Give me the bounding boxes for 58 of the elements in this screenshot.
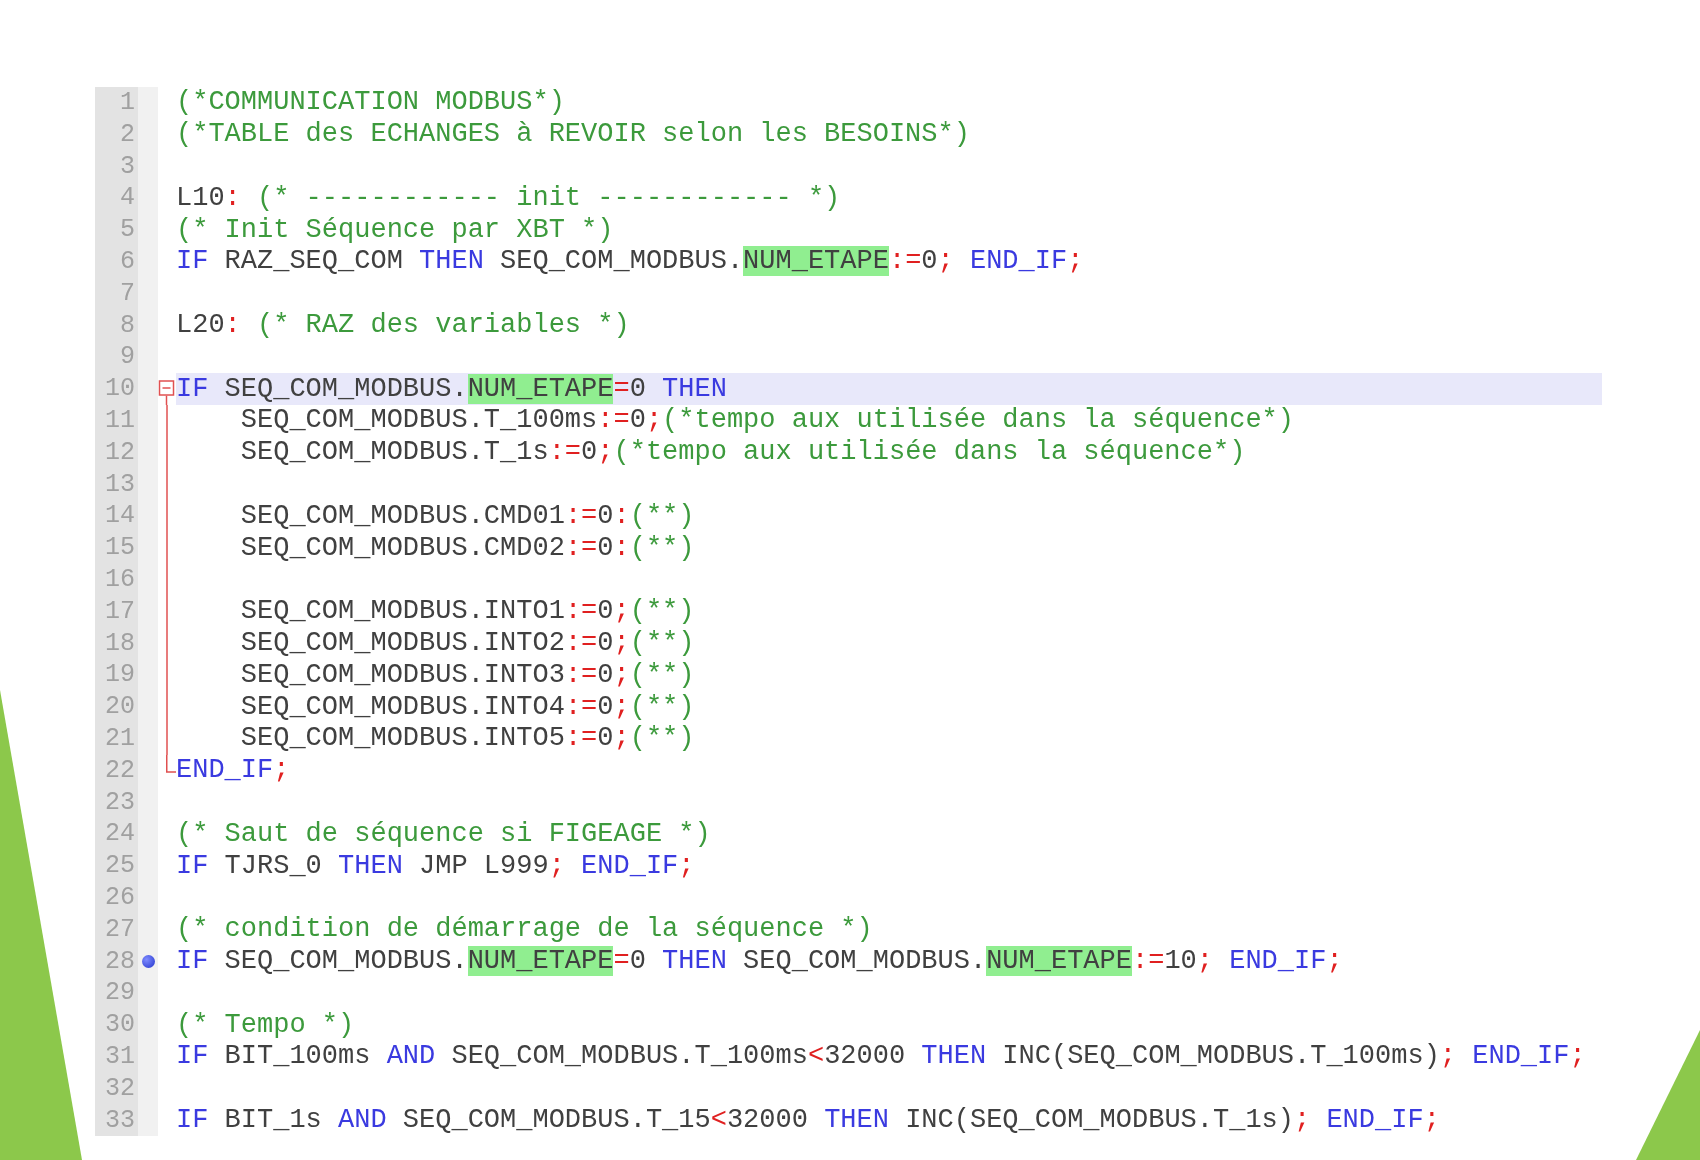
code-line: IF BIT_1s AND SEQ_COM_MODBUS.T_15<32000 THEN INC(SEQ_COM_MODBUS.T_1s); END_IF; — [176, 1104, 1440, 1136]
code-line: IF RAZ_SEQ_COM THEN SEQ_COM_MODBUS.NUM_ETAPE:=0; END_IF; — [176, 246, 1084, 278]
line-number: 10 — [104, 373, 136, 405]
line-number: 11 — [104, 404, 136, 437]
line-number: 18 — [104, 627, 136, 660]
line-number: 23 — [104, 786, 136, 819]
line-number: 1 — [119, 87, 136, 119]
line-number: 5 — [119, 214, 136, 246]
line-number: 8 — [119, 309, 136, 342]
code-line: (* Tempo *) — [176, 1009, 355, 1041]
code-line: IF SEQ_COM_MODBUS.NUM_ETAPE=0 THEN SEQ_COM_MODBUS.NUM_ETAPE:=10; END_IF; — [176, 945, 1343, 977]
code-line: (*TABLE des ECHANGES à REVOIR selon les BESOINS*) — [176, 119, 970, 151]
code-line: (*COMMUNICATION MODBUS*) — [176, 87, 565, 119]
line-number: 33 — [104, 1104, 136, 1137]
line-number: 24 — [104, 818, 136, 851]
code-line: IF SEQ_COM_MODBUS.NUM_ETAPE=0 THEN — [176, 373, 727, 405]
line-number: 26 — [104, 881, 136, 914]
code-line: (* condition de démarrage de la séquence *) — [176, 914, 873, 946]
line-number: 17 — [104, 595, 136, 628]
line-number: 31 — [104, 1040, 136, 1073]
line-number: 21 — [104, 722, 136, 755]
line-number: 13 — [104, 468, 136, 501]
code-line: SEQ_COM_MODBUS.T_1s:=0;(*tempo aux utilisée dans la séquence*) — [239, 437, 1246, 469]
breakpoint-icon[interactable] — [141, 954, 155, 968]
code-line: END_IF; — [176, 755, 290, 787]
line-number: 14 — [104, 500, 136, 533]
code-line: L10: (* ------------ init ------------ *) — [176, 182, 841, 214]
code-line: IF TJRS_0 THEN JMP L999; END_IF; — [176, 850, 695, 882]
code-line: (* Init Séquence par XBT *) — [176, 214, 614, 246]
line-number: 2 — [119, 118, 136, 151]
code-line: SEQ_COM_MODBUS.CMD01:=0:(**) — [239, 500, 695, 532]
line-number: 7 — [119, 277, 136, 310]
code-line: SEQ_COM_MODBUS.CMD02:=0:(**) — [239, 532, 695, 564]
code-line: SEQ_COM_MODBUS.INTO2:=0;(**) — [239, 627, 695, 659]
line-number: 15 — [104, 532, 136, 564]
line-number: 20 — [104, 691, 136, 723]
line-number: 19 — [104, 659, 136, 692]
code-line: IF BIT_100ms AND SEQ_COM_MODBUS.T_100ms<32000 THEN INC(SEQ_COM_MODBUS.T_100ms); END_IF; — [176, 1041, 1586, 1073]
code-line: (* Saut de séquence si FIGEAGE *) — [176, 818, 711, 850]
line-number: 9 — [119, 341, 136, 374]
code-line: SEQ_COM_MODBUS.INTO1:=0;(**) — [239, 596, 695, 628]
line-number: 32 — [104, 1072, 136, 1105]
line-number: 22 — [104, 754, 136, 787]
line-number: 3 — [119, 150, 136, 183]
code-line: L20: (* RAZ des variables *) — [176, 309, 630, 341]
code-line: SEQ_COM_MODBUS.T_100ms:=0;(*tempo aux utilisée dans la séquence*) — [239, 405, 1294, 437]
code-line: SEQ_COM_MODBUS.INTO4:=0;(**) — [239, 691, 695, 723]
line-number: 28 — [104, 945, 136, 978]
line-number: 4 — [119, 182, 136, 215]
line-number: 6 — [119, 246, 136, 278]
code-line: SEQ_COM_MODBUS.INTO3:=0;(**) — [239, 659, 695, 691]
line-number: 12 — [104, 436, 136, 469]
line-number: 29 — [104, 977, 136, 1010]
line-number: 25 — [104, 850, 136, 882]
line-number: 30 — [104, 1009, 136, 1041]
line-number: 16 — [104, 563, 136, 596]
line-number: 27 — [104, 913, 136, 946]
code-line: SEQ_COM_MODBUS.INTO5:=0;(**) — [239, 723, 695, 755]
